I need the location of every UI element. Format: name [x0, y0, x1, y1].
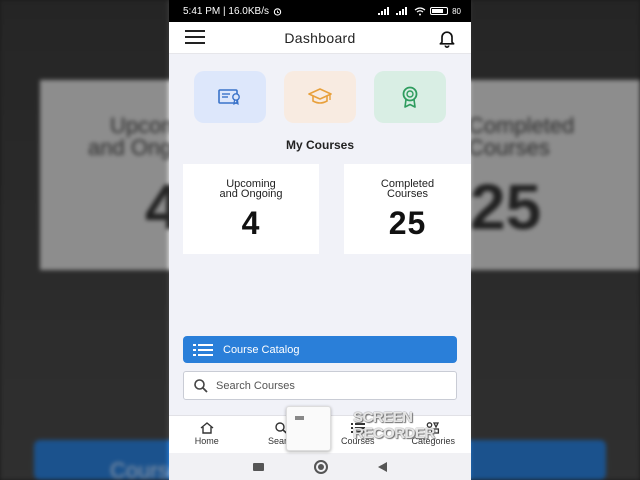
- signal-icon: [378, 7, 390, 15]
- upcoming-label: Upcoming and Ongoing: [219, 179, 283, 200]
- wifi-icon: [414, 6, 426, 15]
- battery-icon: [430, 7, 449, 15]
- course-catalog-label: Course Catalog: [223, 343, 300, 356]
- tile-certificates[interactable]: [194, 71, 266, 123]
- upcoming-label-line2: and Ongoing: [219, 188, 283, 200]
- certificate-icon: [218, 89, 240, 106]
- alarm-icon: [273, 7, 282, 16]
- my-courses-heading: My Courses: [285, 138, 355, 152]
- system-home-icon[interactable]: [314, 459, 328, 474]
- watermark-line2: RECORDER: [353, 425, 435, 442]
- background-left-shade: [0, 0, 168, 480]
- background-right-shade: [470, 0, 640, 480]
- upcoming-count: 4: [241, 205, 261, 241]
- tile-education[interactable]: [284, 71, 356, 123]
- screen-recorder-watermark: SCREEN RECORDER: [353, 410, 435, 442]
- status-bar: 5:41 PM | 16.0KB/s 80: [169, 0, 471, 22]
- quick-tiles: [194, 71, 446, 123]
- completed-count: 25: [388, 205, 427, 241]
- hamburger-menu-icon[interactable]: [185, 30, 205, 44]
- system-navigation-bar: [169, 453, 471, 480]
- recents-icon[interactable]: [253, 462, 264, 471]
- search-courses-input[interactable]: [216, 379, 436, 392]
- home-icon: [200, 422, 214, 434]
- search-icon: [194, 378, 208, 393]
- watermark-line1: SCREEN: [353, 409, 413, 426]
- notification-bell-icon[interactable]: [437, 28, 457, 48]
- list-icon: [193, 343, 213, 356]
- upcoming-courses-card[interactable]: Upcoming and Ongoing 4: [183, 164, 319, 254]
- app-header: Dashboard: [169, 22, 471, 54]
- signal-icon-2: [396, 7, 408, 15]
- status-right: 80: [378, 7, 461, 16]
- status-left: 5:41 PM | 16.0KB/s: [183, 6, 282, 17]
- course-catalog-button[interactable]: Course Catalog: [183, 336, 457, 363]
- screen-recorder-widget[interactable]: [286, 406, 331, 451]
- completed-label: Completed Courses: [381, 179, 434, 200]
- award-ribbon-icon: [402, 86, 418, 108]
- page-title: Dashboard: [284, 29, 356, 46]
- back-icon[interactable]: [378, 461, 387, 472]
- status-time-speed: 5:41 PM | 16.0KB/s: [183, 5, 269, 17]
- battery-percent: 80: [452, 6, 461, 16]
- search-courses-field[interactable]: [183, 371, 457, 400]
- nav-home-label: Home: [194, 436, 219, 446]
- tile-achievements[interactable]: [374, 71, 446, 123]
- nav-home[interactable]: Home: [177, 416, 237, 453]
- completed-label-line2: Courses: [387, 188, 428, 200]
- graduation-cap-icon: [308, 88, 332, 104]
- completed-courses-card[interactable]: Completed Courses 25: [344, 164, 471, 254]
